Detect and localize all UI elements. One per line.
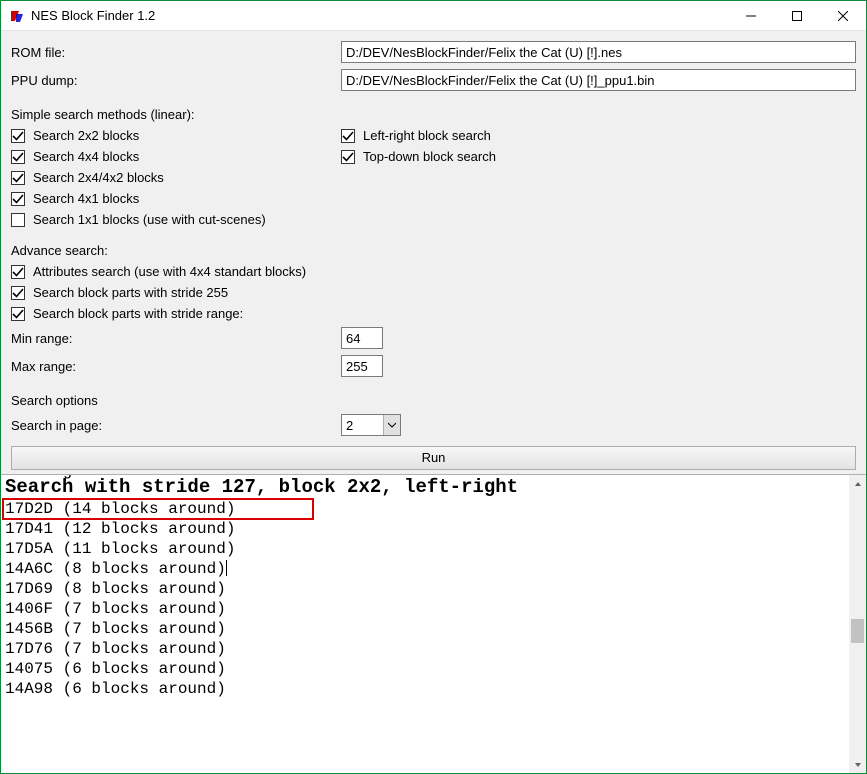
advance-search-options: Attributes search (use with 4x4 standart… (11, 264, 856, 327)
window-title: NES Block Finder 1.2 (31, 8, 728, 23)
window-buttons (728, 1, 866, 30)
chevron-down-icon[interactable] (383, 415, 400, 435)
checkbox-icon[interactable] (11, 150, 25, 164)
simple-right-check-1[interactable]: Top-down block search (341, 149, 496, 164)
search-in-page-dropdown[interactable] (341, 414, 401, 436)
close-button[interactable] (820, 1, 866, 30)
results-text[interactable]: nothing found Search with stride 127, bl… (1, 475, 849, 773)
checkbox-icon[interactable] (11, 129, 25, 143)
max-range-label: Max range: (11, 359, 341, 374)
checkbox-label: Search 4x4 blocks (33, 149, 139, 164)
checkbox-label: Search 4x1 blocks (33, 191, 139, 206)
ppu-dump-label: PPU dump: (11, 73, 341, 88)
checkbox-label: Search 2x4/4x2 blocks (33, 170, 164, 185)
min-range-label: Min range: (11, 331, 341, 346)
results-line: 17D5A (11 blocks around) (5, 539, 845, 559)
checkbox-icon[interactable] (11, 192, 25, 206)
checkbox-icon[interactable] (341, 129, 355, 143)
advance-check-0[interactable]: Attributes search (use with 4x4 standart… (11, 264, 856, 279)
ppu-dump-input[interactable] (341, 69, 856, 91)
checkbox-icon[interactable] (11, 307, 25, 321)
results-line: 14075 (6 blocks around) (5, 659, 845, 679)
checkbox-icon[interactable] (11, 286, 25, 300)
rom-file-label: ROM file: (11, 45, 341, 60)
simple-left-check-4[interactable]: Search 1x1 blocks (use with cut-scenes) (11, 212, 341, 227)
results-line: 1406F (7 blocks around) (5, 599, 845, 619)
checkbox-label: Top-down block search (363, 149, 496, 164)
simple-search-label: Simple search methods (linear): (11, 107, 856, 122)
advance-check-2[interactable]: Search block parts with stride range: (11, 306, 856, 321)
checkbox-icon[interactable] (11, 213, 25, 227)
scroll-track[interactable] (849, 492, 866, 756)
checkbox-label: Left-right block search (363, 128, 491, 143)
scroll-up-icon[interactable] (849, 475, 866, 492)
minimize-button[interactable] (728, 1, 774, 30)
results-panel: nothing found Search with stride 127, bl… (1, 474, 866, 773)
app-icon (9, 8, 25, 24)
checkbox-label: Search 1x1 blocks (use with cut-scenes) (33, 212, 266, 227)
simple-left-check-1[interactable]: Search 4x4 blocks (11, 149, 341, 164)
results-line: 17D41 (12 blocks around) (5, 519, 845, 539)
search-in-page-label: Search in page: (11, 418, 341, 433)
checkbox-icon[interactable] (11, 171, 25, 185)
checkbox-icon[interactable] (11, 265, 25, 279)
simple-left-check-3[interactable]: Search 4x1 blocks (11, 191, 341, 206)
advance-search-label: Advance search: (11, 243, 856, 258)
results-scrollbar[interactable] (849, 475, 866, 773)
checkbox-label: Attributes search (use with 4x4 standart… (33, 264, 306, 279)
rom-file-input[interactable] (341, 41, 856, 63)
title-bar: NES Block Finder 1.2 (1, 1, 866, 31)
simple-right-check-0[interactable]: Left-right block search (341, 128, 496, 143)
max-range-input[interactable] (341, 355, 383, 377)
scroll-down-icon[interactable] (849, 756, 866, 773)
checkbox-label: Search 2x2 blocks (33, 128, 139, 143)
results-line: 17D69 (8 blocks around) (5, 579, 845, 599)
simple-left-check-0[interactable]: Search 2x2 blocks (11, 128, 341, 143)
advance-check-1[interactable]: Search block parts with stride 255 (11, 285, 856, 300)
checkbox-label: Search block parts with stride range: (33, 306, 243, 321)
checkbox-label: Search block parts with stride 255 (33, 285, 228, 300)
simple-left-check-2[interactable]: Search 2x4/4x2 blocks (11, 170, 341, 185)
min-range-input[interactable] (341, 327, 383, 349)
results-line: 14A6C (8 blocks around) (5, 559, 845, 579)
results-line: 17D76 (7 blocks around) (5, 639, 845, 659)
results-line: 14A98 (6 blocks around) (5, 679, 845, 699)
results-heading: Search with stride 127, block 2x2, left-… (5, 477, 845, 497)
results-prev-line: nothing found (5, 475, 130, 481)
results-line: 1456B (7 blocks around) (5, 619, 845, 639)
simple-search-options: Search 2x2 blocks Search 4x4 blocks Search… (11, 128, 856, 233)
scroll-thumb[interactable] (851, 619, 864, 643)
results-line: 17D2D (14 blocks around) (5, 499, 845, 519)
search-options-label: Search options (11, 393, 856, 408)
client-area: ROM file: PPU dump: Simple search method… (1, 31, 866, 773)
checkbox-icon[interactable] (341, 150, 355, 164)
maximize-button[interactable] (774, 1, 820, 30)
run-button[interactable]: Run (11, 446, 856, 470)
